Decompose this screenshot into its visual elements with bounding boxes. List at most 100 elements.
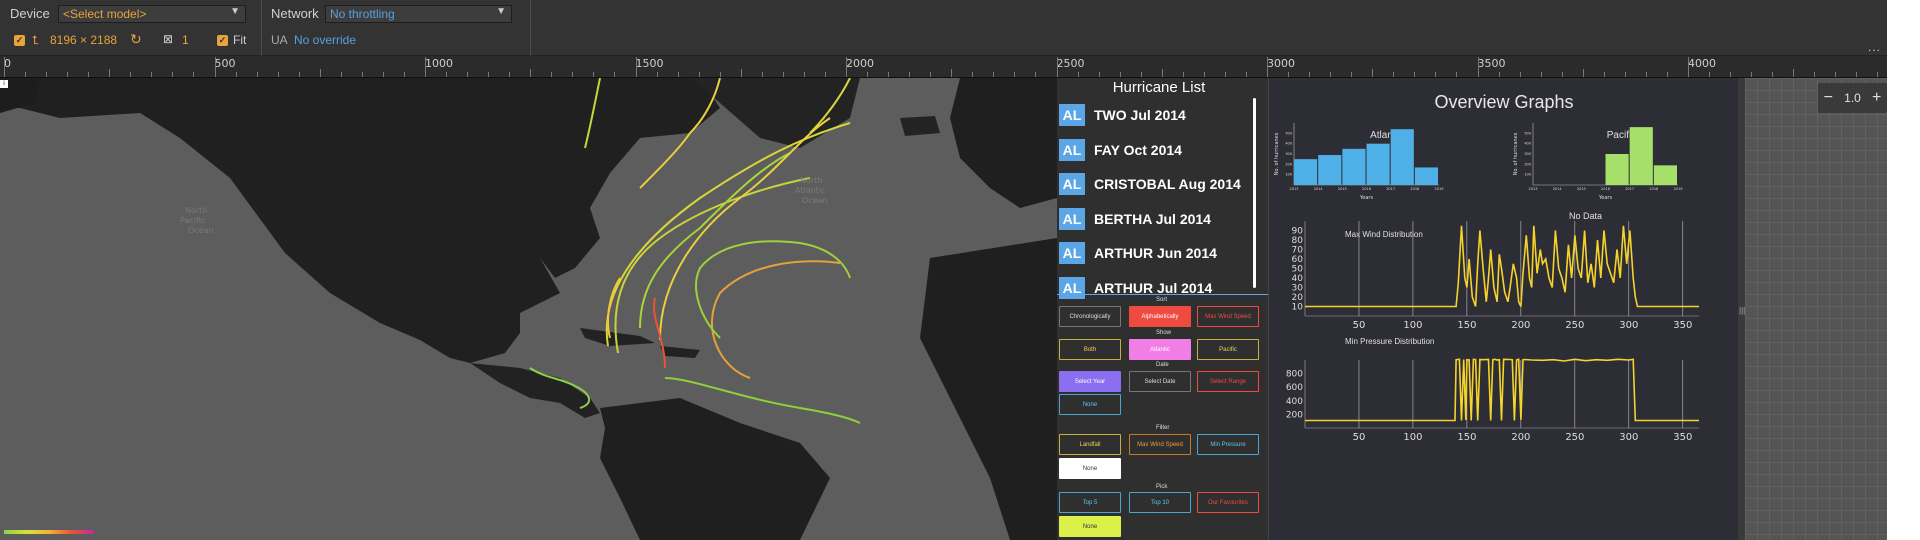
ruler-tick bbox=[1309, 72, 1311, 77]
tick-label: 70 bbox=[1292, 246, 1304, 256]
ruler-tick bbox=[277, 72, 279, 77]
ocean-label: Ocean bbox=[188, 226, 214, 235]
list-item[interactable]: AL BERTHA Jul 2014 bbox=[1057, 202, 1261, 237]
ruler-tick bbox=[1603, 72, 1605, 77]
ruler-tick bbox=[677, 72, 679, 77]
pick-top5-button[interactable]: Top 5 bbox=[1059, 492, 1121, 513]
ocean-label: Ocean bbox=[802, 196, 828, 205]
series-line bbox=[1305, 225, 1699, 308]
pick-top10-button[interactable]: Top 10 bbox=[1129, 492, 1191, 513]
dpr-value[interactable]: 1 bbox=[182, 33, 189, 47]
ruler-tick bbox=[1561, 72, 1563, 77]
sort-chronologically-button[interactable]: Chronologically bbox=[1059, 306, 1121, 327]
filter-none-button[interactable]: None bbox=[1059, 458, 1121, 479]
rotate-icon[interactable]: ⮤ bbox=[32, 33, 39, 48]
ocean-label: North bbox=[185, 206, 207, 215]
axis-label: No. of hurricanes bbox=[1513, 132, 1519, 175]
ruler-label: 1000 bbox=[425, 57, 453, 70]
tick-label: 600 bbox=[1286, 383, 1303, 393]
show-atlantic-button[interactable]: Atlantic bbox=[1129, 339, 1191, 360]
fit-checkbox[interactable]: ✓ bbox=[217, 35, 228, 46]
basin-badge: AL bbox=[1059, 276, 1085, 299]
show-pacific-button[interactable]: Pacific bbox=[1197, 339, 1259, 360]
zoom-out-button[interactable]: − bbox=[1824, 89, 1833, 107]
filter-label: Filter bbox=[1156, 425, 1170, 431]
basin-badge: AL bbox=[1059, 207, 1085, 230]
zoom-in-button[interactable]: + bbox=[1872, 89, 1881, 107]
ruler-tick bbox=[1435, 72, 1437, 77]
hurricane-name: BERTHA Jul 2014 bbox=[1094, 210, 1211, 227]
list-item[interactable]: AL ARTHUR Jun 2014 bbox=[1057, 236, 1261, 271]
filter-max-wind-button[interactable]: Max Wind Speed bbox=[1129, 434, 1191, 455]
dpr-icon: ⊠ bbox=[163, 32, 174, 46]
ruler-tick bbox=[1182, 72, 1184, 77]
select-year-button[interactable]: Select Year bbox=[1059, 371, 1121, 392]
list-scrollbar[interactable] bbox=[1253, 98, 1256, 288]
list-item[interactable]: AL TWO Jul 2014 bbox=[1057, 98, 1261, 133]
ruler-tick bbox=[930, 72, 932, 77]
tick-label: 500 bbox=[1285, 131, 1292, 135]
panel-splitter[interactable]: ||| bbox=[1738, 78, 1745, 540]
map-info-icon[interactable]: i bbox=[0, 80, 8, 88]
ruler-label: 2500 bbox=[1056, 57, 1085, 70]
dimensions-value[interactable]: 8196 × 2188 bbox=[50, 33, 117, 47]
filter-landfall-button[interactable]: Landfall bbox=[1059, 434, 1121, 455]
tick-label: 40 bbox=[1292, 274, 1304, 284]
tick-label: 300 bbox=[1285, 152, 1292, 156]
window-scrollbar[interactable] bbox=[1887, 0, 1920, 540]
canvas-grid-background bbox=[1745, 78, 1887, 540]
ruler-tick bbox=[867, 72, 869, 77]
tick-label: 2015 bbox=[1577, 187, 1586, 191]
pick-favourites-button[interactable]: Our Favourites bbox=[1197, 492, 1259, 513]
tick-label: 2017 bbox=[1625, 187, 1634, 191]
ruler-tick bbox=[130, 72, 132, 77]
ruler-tick bbox=[1351, 72, 1353, 77]
ruler-tick bbox=[256, 72, 258, 77]
show-both-button[interactable]: Both bbox=[1059, 339, 1121, 360]
ocean-label: Atlantic bbox=[795, 186, 825, 195]
map-svg: North Pacific Ocean North Atlantic Ocean bbox=[0, 78, 1057, 540]
device-toolbar: Device <Select model> ▼ Network No throt… bbox=[0, 0, 1887, 56]
ruler-tick bbox=[1688, 57, 1689, 77]
sort-max-wind-button[interactable]: Max Wind Speed bbox=[1197, 306, 1259, 327]
select-range-button[interactable]: Select Range bbox=[1197, 371, 1259, 392]
pick-label: Pick bbox=[1156, 484, 1168, 490]
ruler-tick bbox=[1666, 72, 1668, 77]
hurricane-name: CRISTOBAL Aug 2014 bbox=[1094, 176, 1241, 193]
ruler-tick bbox=[1793, 69, 1795, 77]
tick-label: 250 bbox=[1565, 320, 1584, 331]
ruler-tick bbox=[1414, 72, 1416, 77]
tick-label: 100 bbox=[1403, 432, 1422, 443]
tick-label: 50 bbox=[1292, 265, 1304, 275]
devtools-device-mode: Device <Select model> ▼ Network No throt… bbox=[0, 0, 1920, 540]
more-options-icon[interactable]: ... bbox=[1868, 40, 1881, 54]
sort-alphabetically-button[interactable]: Alphabetically bbox=[1129, 306, 1191, 327]
ruler-tick bbox=[1014, 72, 1016, 77]
histogram-bar bbox=[1390, 129, 1414, 185]
network-select-value: No throttling bbox=[330, 7, 395, 21]
hurricane-map[interactable]: North Pacific Ocean North Atlantic Ocean… bbox=[0, 78, 1057, 540]
ruler-tick bbox=[614, 72, 616, 77]
tick-label: 2015 bbox=[1338, 187, 1347, 191]
ruler-label: 2000 bbox=[846, 57, 874, 70]
axis-label: Years bbox=[1359, 195, 1374, 201]
tick-label: 500 bbox=[1524, 131, 1531, 135]
tick-label: 50 bbox=[1353, 320, 1366, 331]
ruler-tick bbox=[803, 72, 805, 77]
dimensions-checkbox[interactable]: ✓ bbox=[14, 35, 25, 46]
ruler-tick bbox=[1056, 57, 1058, 77]
ruler-tick bbox=[509, 72, 511, 77]
tick-label: 200 bbox=[1511, 432, 1530, 443]
swap-dimensions-icon[interactable]: ↻ bbox=[130, 31, 142, 48]
list-item[interactable]: AL CRISTOBAL Aug 2014 bbox=[1057, 167, 1261, 202]
device-select[interactable]: <Select model> ▼ bbox=[58, 5, 246, 23]
list-item[interactable]: AL FAY Oct 2014 bbox=[1057, 133, 1261, 168]
ua-value[interactable]: No override bbox=[294, 33, 356, 47]
ruler-tick bbox=[425, 57, 426, 77]
network-select[interactable]: No throttling ▼ bbox=[325, 5, 512, 23]
filter-min-pressure-button[interactable]: Min Pressure bbox=[1197, 434, 1259, 455]
ruler-tick bbox=[214, 57, 216, 77]
date-none-button[interactable]: None bbox=[1059, 394, 1121, 415]
select-date-button[interactable]: Select Date bbox=[1129, 371, 1191, 392]
pick-none-button[interactable]: None bbox=[1059, 516, 1121, 537]
